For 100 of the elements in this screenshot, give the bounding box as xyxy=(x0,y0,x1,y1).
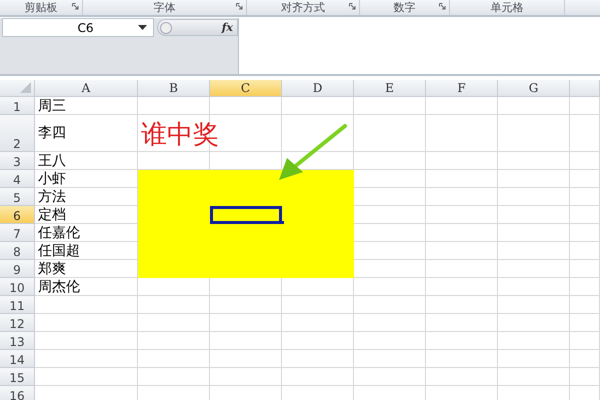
table-cell xyxy=(354,278,426,296)
table-cell xyxy=(570,115,600,152)
resize-handle-icon[interactable] xyxy=(160,22,172,34)
table-cell xyxy=(354,115,426,152)
dialog-launcher-icon[interactable] xyxy=(236,3,243,10)
table-cell xyxy=(282,332,354,350)
cell-text: 定档 xyxy=(38,206,66,224)
row-header[interactable]: 9 xyxy=(0,260,35,278)
table-cell xyxy=(426,115,498,152)
table-cell xyxy=(570,260,600,278)
row-header[interactable]: 15 xyxy=(0,368,35,386)
cell-text: 周杰伦 xyxy=(38,278,80,296)
cell-text: 任国超 xyxy=(38,242,80,260)
table-cell xyxy=(498,170,570,188)
table-cell xyxy=(354,152,426,170)
dialog-launcher-icon[interactable] xyxy=(72,3,79,10)
column-header[interactable]: D xyxy=(282,80,354,97)
table-cell xyxy=(354,368,426,386)
table-cell xyxy=(354,332,426,350)
row-header[interactable]: 11 xyxy=(0,296,35,314)
table-cell xyxy=(426,206,498,224)
table-cell xyxy=(426,278,498,296)
ribbon-group-label: 对齐方式 xyxy=(247,0,360,15)
table-cell xyxy=(210,332,282,350)
row-header[interactable]: 7 xyxy=(0,224,35,242)
table-cell xyxy=(498,242,570,260)
column-header[interactable]: A xyxy=(35,80,138,97)
table-cell xyxy=(498,278,570,296)
row-header[interactable]: 10 xyxy=(0,278,35,296)
table-cell xyxy=(570,332,600,350)
table-cell xyxy=(570,278,600,296)
table-cell xyxy=(498,314,570,332)
table-cell xyxy=(354,350,426,368)
table-cell xyxy=(138,296,210,314)
table-cell xyxy=(426,332,498,350)
table-cell xyxy=(426,314,498,332)
table-cell xyxy=(138,314,210,332)
table-cell xyxy=(570,350,600,368)
cell-text: 小虾 xyxy=(38,170,66,188)
row-header[interactable]: 1 xyxy=(0,97,35,115)
insert-function-button[interactable]: fx xyxy=(222,21,233,34)
table-cell xyxy=(570,224,600,242)
name-box[interactable]: C6 xyxy=(2,18,154,37)
table-cell xyxy=(282,314,354,332)
table-cell xyxy=(426,152,498,170)
row-header[interactable]: 3 xyxy=(0,152,35,170)
title-text: 谁中奖 xyxy=(141,120,219,151)
row-header[interactable]: 2 xyxy=(0,115,35,152)
dialog-launcher-icon[interactable] xyxy=(439,3,446,10)
cell-text: 周三 xyxy=(38,96,66,114)
table-cell xyxy=(570,242,600,260)
ribbon-group-label: 字体 xyxy=(83,0,247,15)
row-header[interactable]: 12 xyxy=(0,314,35,332)
table-cell xyxy=(210,368,282,386)
table-cell xyxy=(498,332,570,350)
table-cell xyxy=(426,350,498,368)
table-cell xyxy=(498,152,570,170)
table-cell xyxy=(570,368,600,386)
triangle-icon xyxy=(20,82,31,93)
table-cell xyxy=(570,170,600,188)
row-header[interactable]: 8 xyxy=(0,242,35,260)
table-cell xyxy=(498,188,570,206)
table-cell xyxy=(570,152,600,170)
table-cell xyxy=(498,115,570,152)
table-cell xyxy=(570,314,600,332)
row-header[interactable]: 4 xyxy=(0,170,35,188)
row-header[interactable]: 14 xyxy=(0,350,35,368)
table-cell xyxy=(354,97,426,115)
column-header[interactable]: F xyxy=(426,80,498,97)
column-header[interactable]: B xyxy=(138,80,210,97)
row-header[interactable]: 16 xyxy=(0,386,35,400)
ribbon-group-label: 数字 xyxy=(360,0,450,15)
column-header[interactable]: E xyxy=(354,80,426,97)
cell-text: 李四 xyxy=(38,124,66,142)
table-cell xyxy=(282,115,354,152)
table-cell xyxy=(498,368,570,386)
table-cell xyxy=(210,350,282,368)
table-cell xyxy=(498,260,570,278)
table-cell xyxy=(570,206,600,224)
column-header[interactable]: C xyxy=(210,80,282,97)
table-cell xyxy=(426,368,498,386)
table-cell xyxy=(210,314,282,332)
cell-text: 方法 xyxy=(38,188,66,206)
table-cell xyxy=(570,97,600,115)
table-cell xyxy=(426,296,498,314)
table-cell xyxy=(426,224,498,242)
table-cell xyxy=(426,170,498,188)
dialog-launcher-icon[interactable] xyxy=(349,3,356,10)
formula-input[interactable] xyxy=(238,18,600,74)
table-cell xyxy=(570,188,600,206)
column-header[interactable]: G xyxy=(498,80,570,97)
table-cell xyxy=(498,97,570,115)
table-cell xyxy=(282,97,354,115)
row-header[interactable]: 6 xyxy=(0,206,35,224)
row-header[interactable]: 5 xyxy=(0,188,35,206)
table-cell xyxy=(354,314,426,332)
cell-text: 王八 xyxy=(38,152,66,170)
active-cell[interactable] xyxy=(210,206,282,224)
table-cell xyxy=(498,224,570,242)
row-header[interactable]: 13 xyxy=(0,332,35,350)
